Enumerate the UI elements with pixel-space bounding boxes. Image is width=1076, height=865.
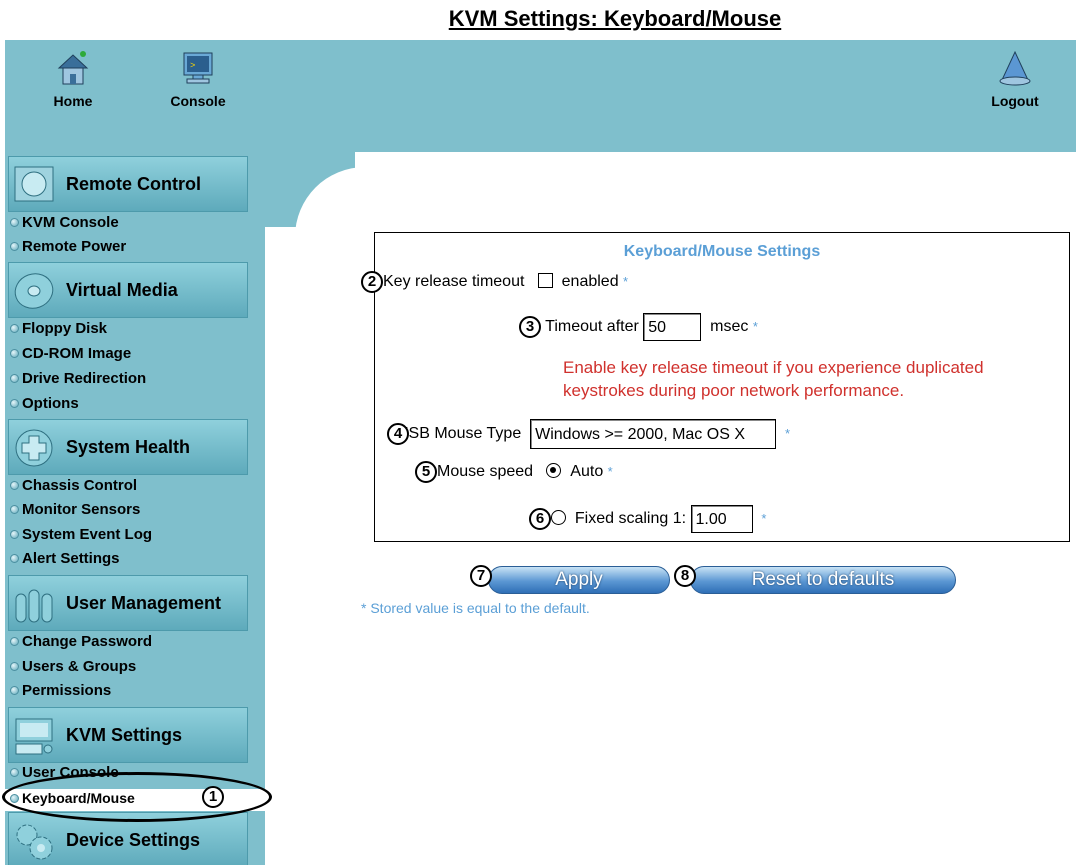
default-footnote: * Stored value is equal to the default. xyxy=(361,600,590,616)
sidebar-item-remote-power[interactable]: Remote Power xyxy=(10,238,126,260)
fixed-scaling-label: Fixed scaling 1: xyxy=(574,510,687,528)
callout-3: 3 xyxy=(519,316,541,339)
section-virtual-media[interactable]: Virtual Media xyxy=(8,262,248,318)
gears-icon xyxy=(13,821,55,861)
keyboard-monitor-icon xyxy=(13,716,55,756)
timeout-input[interactable]: 50 xyxy=(643,313,702,341)
enabled-checkbox[interactable] xyxy=(537,273,553,288)
logout-label: Logout xyxy=(991,93,1039,109)
svg-text:>: > xyxy=(190,61,195,71)
sidebar-item-users-groups[interactable]: Users & Groups xyxy=(10,658,136,680)
bullet-icon xyxy=(10,374,19,383)
default-star: * xyxy=(623,274,629,289)
bullet-icon xyxy=(10,662,19,671)
section-label: Remote Control xyxy=(66,174,201,194)
callout-7: 7 xyxy=(470,565,492,587)
sidebar-item-kvm-console[interactable]: KVM Console xyxy=(10,214,119,236)
sidebar-item-drive-redirection[interactable]: Drive Redirection xyxy=(10,370,146,392)
sidebar-item-monitor-sensors[interactable]: Monitor Sensors xyxy=(10,501,140,523)
callout-8: 8 xyxy=(674,565,696,587)
section-label: Device Settings xyxy=(66,830,201,850)
monitor-icon xyxy=(13,165,55,205)
content-corner xyxy=(265,152,435,307)
highlight-ellipse xyxy=(2,772,272,822)
section-label: User Management xyxy=(66,593,222,613)
console-link[interactable]: > Console xyxy=(163,50,233,109)
mouse-speed-row: 5 Mouse speed Auto * xyxy=(415,461,613,483)
sidebar-item-change-password[interactable]: Change Password xyxy=(10,633,152,655)
sidebar-item-alert-settings[interactable]: Alert Settings xyxy=(10,550,120,572)
bullet-icon xyxy=(10,768,19,777)
bullet-icon xyxy=(10,686,19,695)
section-system-health[interactable]: System Health xyxy=(8,419,248,475)
fixed-scaling-radio[interactable] xyxy=(551,510,566,526)
default-star: * xyxy=(607,464,613,479)
keyboard-mouse-settings-panel: Keyboard/Mouse Settings 2 Key release tim… xyxy=(361,232,1070,542)
section-user-management[interactable]: User Management xyxy=(8,575,248,631)
bullet-icon xyxy=(10,242,19,251)
logout-link[interactable]: Logout xyxy=(980,50,1050,109)
key-release-row: 2 Key release timeout enabled * xyxy=(361,271,628,293)
home-icon xyxy=(56,50,90,86)
default-star: * xyxy=(761,511,767,527)
bullet-icon xyxy=(10,324,19,333)
usb-mouse-label: USB Mouse Type xyxy=(397,425,522,443)
section-label: Virtual Media xyxy=(66,280,178,300)
reset-defaults-button[interactable]: Reset to defaults xyxy=(690,566,956,594)
mouse-speed-label: Mouse speed xyxy=(437,463,534,480)
auto-label: Auto xyxy=(570,463,604,480)
sidebar-item-system-event-log[interactable]: System Event Log xyxy=(10,526,152,548)
fixed-scaling-row: 6 Fixed scaling 1: 1.00 * xyxy=(529,505,766,533)
timeout-row: 3 Timeout after 50 msec * xyxy=(519,313,758,341)
key-release-label: Key release timeout xyxy=(383,273,525,290)
disc-icon xyxy=(13,271,55,311)
callout-2: 2 xyxy=(361,271,383,293)
default-star: * xyxy=(752,319,758,335)
bullet-icon xyxy=(10,637,19,646)
section-label: System Health xyxy=(66,437,191,457)
logout-cone-icon xyxy=(998,50,1032,86)
section-kvm-settings[interactable]: KVM Settings xyxy=(8,707,248,763)
callout-5: 5 xyxy=(415,461,437,483)
console-monitor-icon: > xyxy=(181,50,215,86)
sidebar-item-options[interactable]: Options xyxy=(10,395,79,417)
sidebar-item-permissions[interactable]: Permissions xyxy=(10,682,111,704)
page-title: KVM Settings: Keyboard/Mouse xyxy=(448,6,782,31)
callout-1: 1 xyxy=(202,786,224,808)
callout-6: 6 xyxy=(529,508,551,531)
health-cross-icon xyxy=(13,428,55,468)
bullet-icon xyxy=(10,481,19,490)
bullet-icon xyxy=(10,349,19,358)
fixed-scaling-input[interactable]: 1.00 xyxy=(690,505,753,533)
sidebar-item-chassis-control[interactable]: Chassis Control xyxy=(10,477,137,499)
bullet-icon xyxy=(10,218,19,227)
auto-radio[interactable] xyxy=(546,463,562,478)
console-label: Console xyxy=(170,93,226,109)
bullet-icon xyxy=(10,530,19,539)
bullet-icon xyxy=(10,505,19,514)
timeout-unit: msec xyxy=(710,318,749,336)
sidebar-item-floppy-disk[interactable]: Floppy Disk xyxy=(10,320,107,342)
home-link[interactable]: Home xyxy=(38,50,108,109)
usb-mouse-type-select[interactable]: Windows >= 2000, Mac OS X xyxy=(530,419,777,449)
home-label: Home xyxy=(53,93,93,109)
panel-title: Keyboard/Mouse Settings xyxy=(623,243,821,260)
section-remote-control[interactable]: Remote Control xyxy=(8,156,248,212)
section-label: KVM Settings xyxy=(66,725,183,745)
users-icon xyxy=(13,584,55,624)
sidebar-item-cd-rom-image[interactable]: CD-ROM Image xyxy=(10,345,131,367)
bullet-icon xyxy=(10,554,19,563)
usb-mouse-row: 4USB Mouse Type Windows >= 2000, Mac OS … xyxy=(387,419,790,449)
bullet-icon xyxy=(10,399,19,408)
apply-button[interactable]: Apply xyxy=(488,566,670,594)
timeout-warning: Enable key release timeout if you experi… xyxy=(563,358,984,400)
default-star: * xyxy=(785,426,791,442)
timeout-label: Timeout after xyxy=(545,318,639,336)
enabled-label: enabled xyxy=(561,273,619,290)
